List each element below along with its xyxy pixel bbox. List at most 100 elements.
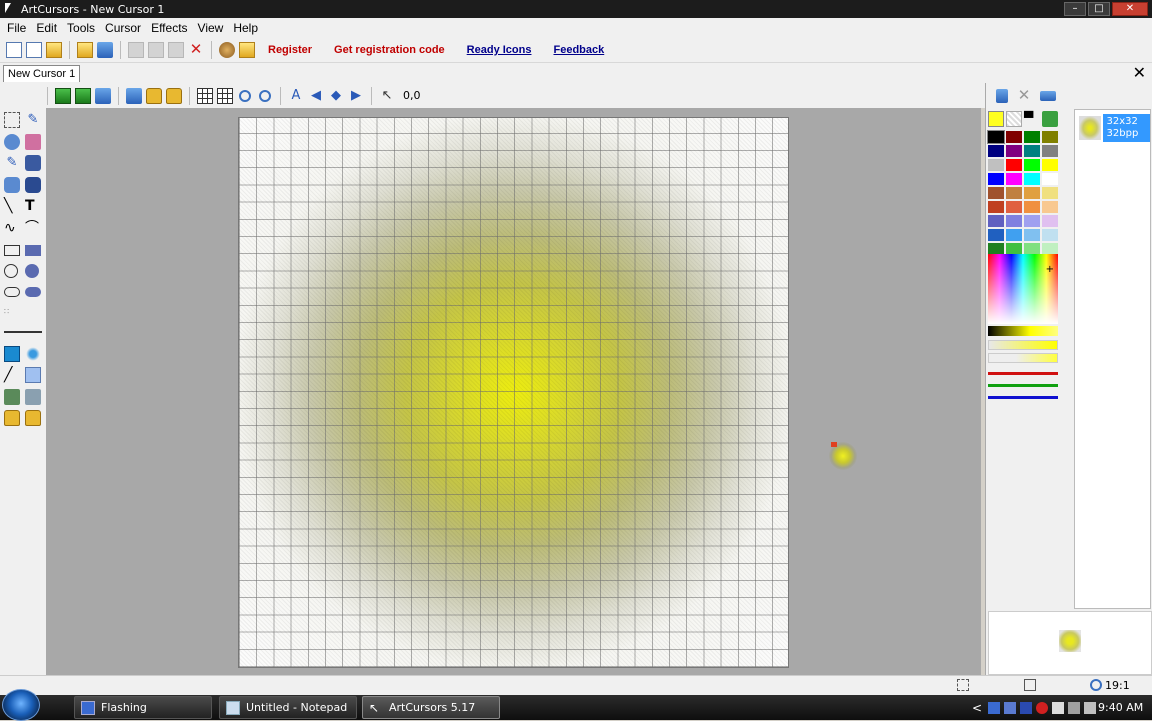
blur-icon[interactable] <box>25 367 41 383</box>
palette-swatch[interactable] <box>1042 173 1058 185</box>
feedback-link[interactable]: Feedback <box>553 44 604 56</box>
foreground-color-swatch[interactable] <box>988 111 1004 127</box>
zoom-out-icon[interactable] <box>259 89 271 102</box>
move-vertical-icon[interactable]: ◆ <box>328 88 344 104</box>
palette-swatch[interactable] <box>1024 173 1040 185</box>
menu-help[interactable]: Help <box>228 21 263 35</box>
palette-swatch[interactable] <box>1024 201 1040 213</box>
pixel-grid-canvas[interactable] <box>238 117 789 668</box>
ready-icons-link[interactable]: Ready Icons <box>467 44 532 56</box>
tray-app-icon[interactable] <box>1052 701 1064 714</box>
lock-layer-icon[interactable] <box>4 410 20 426</box>
new-library-icon[interactable] <box>46 42 62 58</box>
palette-swatch[interactable] <box>1024 145 1040 157</box>
palette-swatch[interactable] <box>988 215 1004 227</box>
default-colors-icon[interactable]: ▀ <box>1024 111 1040 127</box>
shadow-icon[interactable] <box>4 389 20 405</box>
alpha-slider[interactable] <box>988 340 1058 350</box>
close-window-button[interactable]: ✕ <box>1112 2 1148 16</box>
opaque-mode-icon[interactable] <box>4 346 20 362</box>
palette-swatch[interactable] <box>988 229 1004 241</box>
palette-swatch[interactable] <box>1042 145 1058 157</box>
close-document-icon[interactable]: ✕ <box>1133 64 1146 81</box>
palette-swatch[interactable] <box>1042 201 1058 213</box>
tray-expand-icon[interactable]: < <box>972 702 984 714</box>
palette-swatch[interactable] <box>1042 159 1058 171</box>
taskbar-item-flashing[interactable]: Flashing <box>74 696 212 719</box>
palette-swatch[interactable] <box>1042 215 1058 227</box>
rectangle-icon[interactable] <box>4 245 20 256</box>
new-file-icon[interactable] <box>6 42 22 58</box>
red-channel-slider[interactable] <box>988 372 1058 375</box>
grid-icon[interactable] <box>197 87 213 104</box>
swap-colors-icon[interactable] <box>1042 111 1058 127</box>
palette-swatch[interactable] <box>1024 229 1040 241</box>
palette-swatch[interactable] <box>1042 131 1058 143</box>
fill-pattern-slider[interactable] <box>988 353 1058 363</box>
size-properties-icon[interactable] <box>1040 90 1056 101</box>
menu-edit[interactable]: Edit <box>31 21 62 35</box>
rect-select-icon[interactable] <box>4 112 20 128</box>
test-cursor-icon[interactable] <box>239 42 255 58</box>
menu-file[interactable]: File <box>2 21 31 35</box>
install-cursor-icon[interactable] <box>219 42 235 58</box>
palette-swatch[interactable] <box>988 187 1004 199</box>
tray-app-icon[interactable] <box>988 701 1000 714</box>
palette-swatch[interactable] <box>1006 215 1022 227</box>
filled-rounded-rect-icon[interactable] <box>25 287 41 297</box>
tray-security-icon[interactable] <box>1036 701 1048 714</box>
minimize-button[interactable]: – <box>1064 2 1086 16</box>
remove-size-icon[interactable]: ✕ <box>1016 87 1032 104</box>
tray-app-icon[interactable] <box>1004 701 1016 714</box>
taskbar-item-notepad[interactable]: Untitled - Notepad <box>219 696 357 719</box>
hotspot-icon[interactable]: ↖ <box>379 88 395 104</box>
dropper-icon[interactable] <box>25 155 41 171</box>
palette-swatch[interactable] <box>1006 145 1022 157</box>
get-registration-code-link[interactable]: Get registration code <box>334 44 445 56</box>
canvas-area[interactable] <box>46 108 981 675</box>
line-tool-icon[interactable]: ╲ <box>4 198 20 214</box>
palette-swatch[interactable] <box>1024 215 1040 227</box>
shadow-alt-icon[interactable] <box>25 389 41 405</box>
taskbar-item-artcursors[interactable]: ↖ ArtCursors 5.17 <box>362 696 500 719</box>
open-folder-icon[interactable] <box>77 42 93 58</box>
palette-swatch[interactable] <box>1042 229 1058 241</box>
menu-view[interactable]: View <box>193 21 229 35</box>
brush-size-icon[interactable]: ∷ <box>4 307 20 323</box>
menu-effects[interactable]: Effects <box>146 21 192 35</box>
layer-duplicate-icon[interactable] <box>75 87 91 104</box>
tray-app-icon[interactable] <box>1020 701 1032 714</box>
paint-bucket-icon[interactable] <box>25 177 41 193</box>
taskbar-clock[interactable]: 9:40 AM <box>1098 701 1143 714</box>
smudge-icon[interactable]: ╱ <box>4 367 20 383</box>
curve-tool-icon[interactable]: ∿ <box>4 220 20 236</box>
zoom-in-icon[interactable] <box>239 89 251 102</box>
new-from-image-icon[interactable] <box>26 42 42 58</box>
lock-alpha-icon[interactable] <box>166 87 182 104</box>
tray-volume-icon[interactable] <box>1084 701 1096 714</box>
palette-swatch[interactable] <box>1024 159 1040 171</box>
palette-swatch[interactable] <box>1006 229 1022 241</box>
add-size-icon[interactable] <box>996 88 1008 103</box>
layer-icon[interactable] <box>55 87 71 104</box>
pencil-icon[interactable]: ✎ <box>25 112 41 128</box>
palette-swatch[interactable] <box>1006 173 1022 185</box>
palette-swatch[interactable] <box>988 173 1004 185</box>
palette-swatch[interactable] <box>988 145 1004 157</box>
menu-tools[interactable]: Tools <box>62 21 100 35</box>
start-button[interactable] <box>2 689 40 721</box>
brightness-slider[interactable] <box>988 326 1058 336</box>
color-spectrum-picker[interactable]: + <box>988 254 1058 324</box>
maximize-button[interactable]: □ <box>1088 2 1110 16</box>
copy-icon[interactable] <box>148 42 164 58</box>
size-item[interactable]: 32x32 32bpp <box>1077 112 1150 144</box>
tab-new-cursor-1[interactable]: New Cursor 1 <box>3 65 81 82</box>
palette-swatch[interactable] <box>1006 131 1022 143</box>
filled-ellipse-icon[interactable] <box>25 264 39 278</box>
lock-alpha-layer-icon[interactable] <box>25 410 41 426</box>
palette-swatch[interactable] <box>1006 201 1022 213</box>
arc-tool-icon[interactable]: ⌒ <box>25 220 41 236</box>
background-color-swatch[interactable] <box>1006 111 1022 127</box>
text-tool-icon[interactable]: A <box>288 88 304 104</box>
palette-swatch[interactable] <box>1024 187 1040 199</box>
